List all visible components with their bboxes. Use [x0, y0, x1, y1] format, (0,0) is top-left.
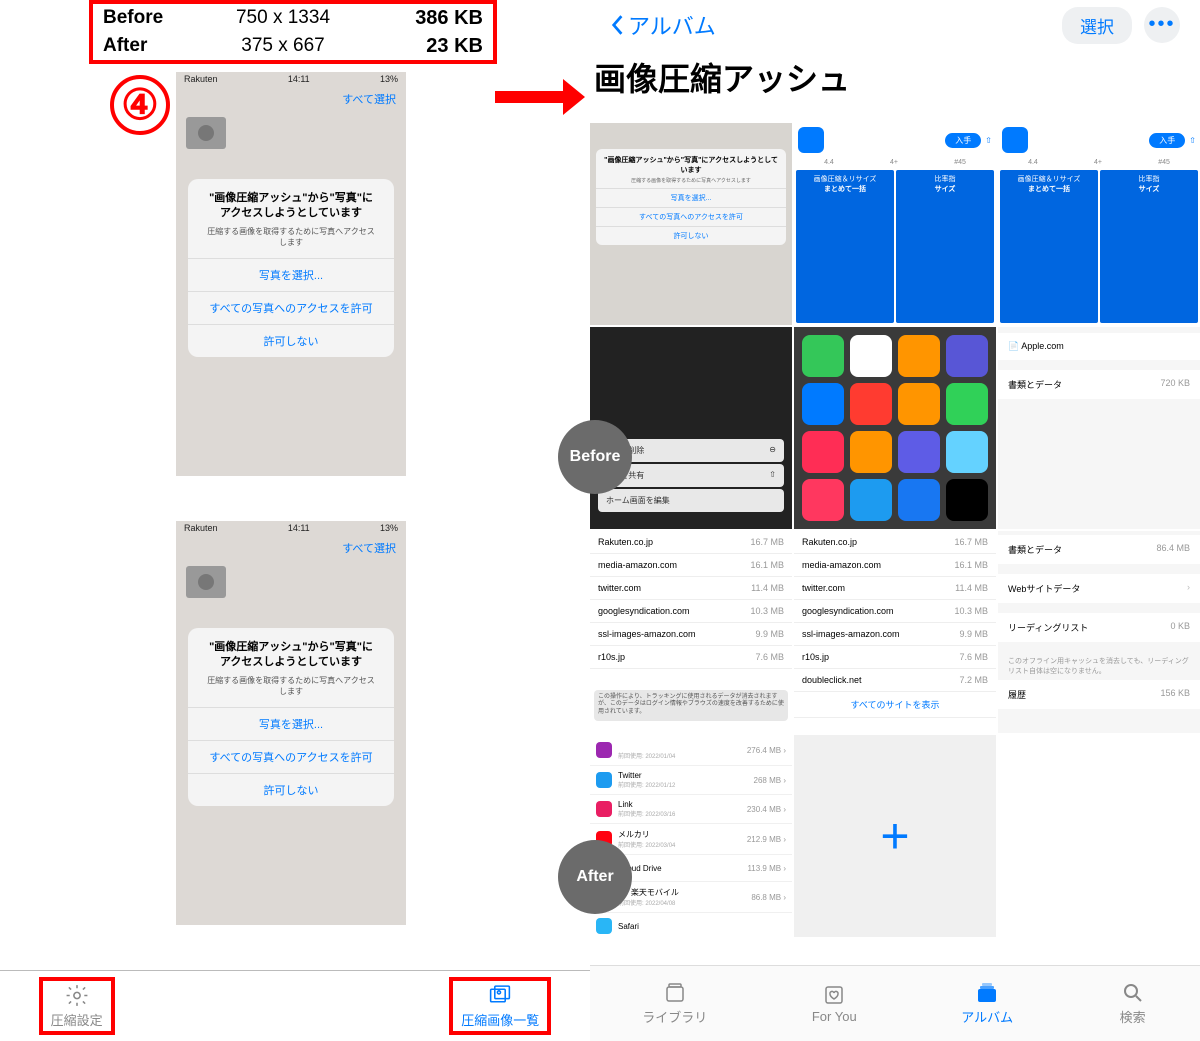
permission-dialog: "画像圧縮アッシュ"から"写真"にアクセスしようとしています 圧縮する画像を取得…	[188, 628, 394, 806]
select-all-link[interactable]: すべて選択	[176, 537, 406, 556]
gear-icon	[62, 983, 92, 1008]
deny-button[interactable]: 許可しない	[188, 773, 394, 806]
choose-photos-button[interactable]: 写真を選択...	[188, 258, 394, 291]
tab-foryou[interactable]: For You	[812, 983, 857, 1024]
chevron-left-icon	[610, 14, 624, 36]
choose-photos-button[interactable]: 写真を選択...	[188, 707, 394, 740]
callout-4: ④	[110, 75, 170, 135]
add-tile[interactable]: +	[794, 735, 996, 937]
before-size: 386 KB	[363, 7, 483, 30]
grid-tile[interactable]	[794, 327, 996, 529]
photos-tab-bar: ライブラリ For You アルバム 検索	[590, 965, 1200, 1041]
albums-icon	[972, 981, 1002, 1005]
camera-icon	[186, 566, 226, 598]
back-button[interactable]: アルバム	[610, 9, 716, 41]
images-icon	[485, 983, 515, 1008]
phone-screenshot-2: Rakuten14:1113% すべて選択 "画像圧縮アッシュ"から"写真"にア…	[176, 521, 406, 925]
tab-library[interactable]: ライブラリ	[642, 981, 707, 1026]
camera-icon	[186, 117, 226, 149]
grid-tile[interactable]: 📄 Apple.com 書類とデータ720 KB	[998, 327, 1200, 529]
after-badge: After	[558, 840, 632, 914]
select-all-link[interactable]: すべて選択	[176, 88, 406, 107]
search-icon	[1118, 981, 1148, 1005]
after-size: 23 KB	[363, 35, 483, 58]
grid-tile[interactable]: 書類とデータ86.4 MB Webサイトデータ› リーディングリスト0 KB こ…	[998, 531, 1200, 733]
after-label: After	[103, 35, 203, 57]
arrow-icon	[495, 85, 585, 110]
grid-tile[interactable]: 入手⇧ 4.44+#45 画像圧縮＆リサイズまとめて一括 比率指サイズ	[998, 123, 1200, 325]
deny-button[interactable]: 許可しない	[188, 324, 394, 357]
tab-compression-settings[interactable]: 圧縮設定	[39, 977, 115, 1035]
before-badge: Before	[558, 420, 632, 494]
select-button[interactable]: 選択	[1062, 7, 1132, 44]
library-icon	[660, 981, 690, 1005]
grid-tile[interactable]: 前回使用: 2022/01/04276.4 MB ›Twitter前回使用: 2…	[590, 735, 792, 937]
grid-tile[interactable]: Appを削除⊖ Appを共有⇧ ホーム画面を編集	[590, 327, 792, 529]
phone-screenshot-1: Rakuten14:1113% すべて選択 "画像圧縮アッシュ"から"写真"にア…	[176, 72, 406, 476]
album-title: 画像圧縮アッシュ	[590, 50, 1200, 110]
tab-search[interactable]: 検索	[1118, 981, 1148, 1026]
before-label: Before	[103, 7, 203, 29]
app-tab-bar: 圧縮設定 圧縮画像一覧	[0, 970, 590, 1040]
allow-all-button[interactable]: すべての写真へのアクセスを許可	[188, 740, 394, 773]
tab-compressed-images[interactable]: 圧縮画像一覧	[449, 977, 551, 1035]
comparison-table: Before 750 x 1334 386 KB After 375 x 667…	[89, 0, 497, 64]
photo-grid: "画像圧縮アッシュ"から"写真"にアクセスしようとしています 圧縮する画像を取得…	[590, 123, 1200, 937]
grid-tile[interactable]: "画像圧縮アッシュ"から"写真"にアクセスしようとしています 圧縮する画像を取得…	[590, 123, 792, 325]
before-dimensions: 750 x 1334	[203, 7, 363, 29]
tab-albums[interactable]: アルバム	[961, 981, 1013, 1026]
heart-icon	[819, 983, 849, 1007]
grid-tile[interactable]: Rakuten.co.jp16.7 MBmedia-amazon.com16.1…	[794, 531, 996, 733]
permission-dialog: "画像圧縮アッシュ"から"写真"にアクセスしようとしています 圧縮する画像を取得…	[188, 179, 394, 357]
more-button[interactable]: •••	[1144, 7, 1180, 43]
after-dimensions: 375 x 667	[203, 35, 363, 57]
grid-tile[interactable]: 入手⇧ 4.44+#45 画像圧縮＆リサイズまとめて一括 比率指サイズ	[794, 123, 996, 325]
allow-all-button[interactable]: すべての写真へのアクセスを許可	[188, 291, 394, 324]
grid-tile[interactable]: Rakuten.co.jp16.7 MBmedia-amazon.com16.1…	[590, 531, 792, 733]
